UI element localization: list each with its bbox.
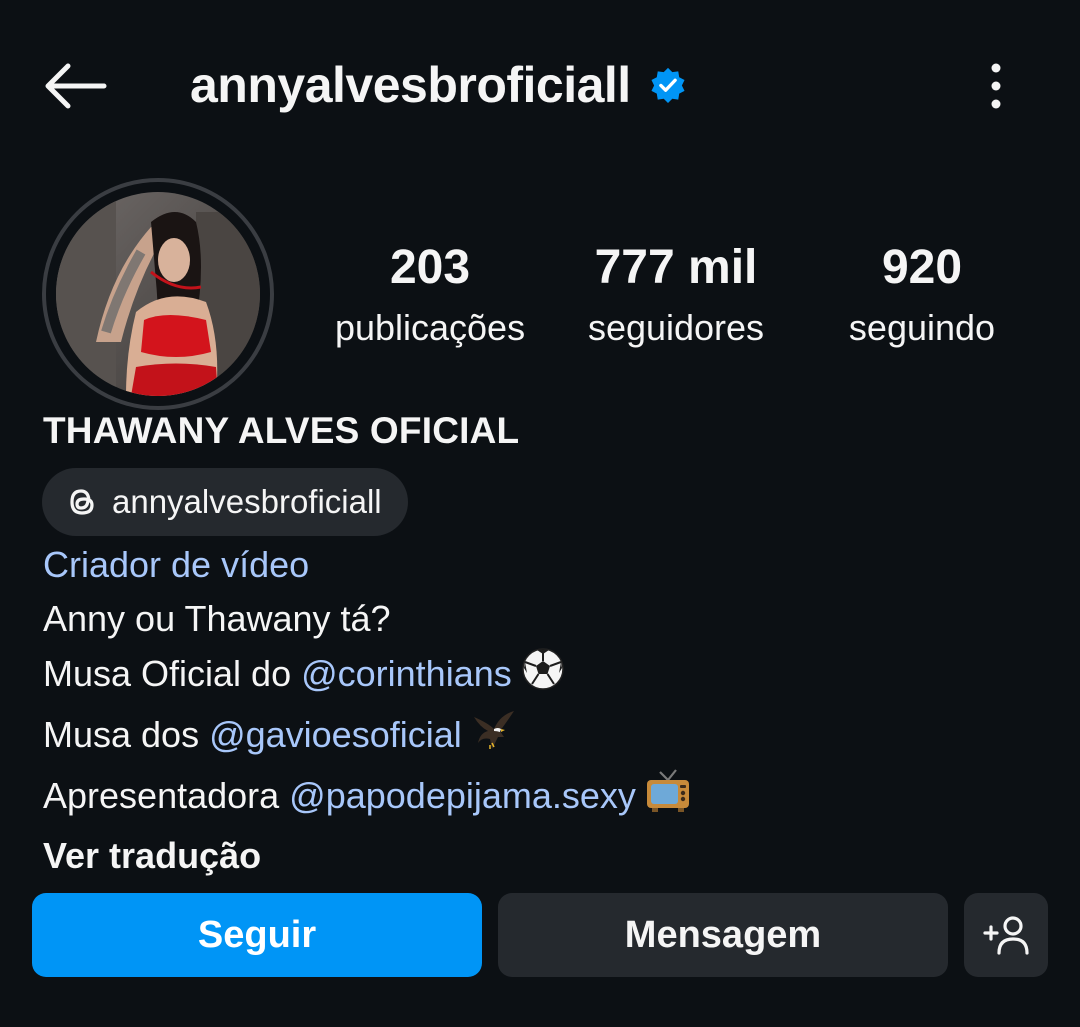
bio-line-4: Apresentadora @papodepijama.sexy — [43, 768, 692, 829]
bio-line-1: Anny ou Thawany tá? — [43, 598, 391, 639]
username-title: annyalvesbroficiall — [190, 57, 631, 113]
mention-link-gavioesoficial[interactable]: @gavioesoficial — [209, 714, 462, 755]
bio-line-2: Musa Oficial do @corinthians — [43, 646, 692, 707]
eagle-icon — [470, 707, 516, 768]
bio: Criador de vídeo Anny ou Thawany tá? Mus… — [43, 538, 692, 883]
bio-line-2-text: Musa Oficial do — [43, 653, 302, 695]
back-button[interactable] — [40, 58, 108, 114]
following-label: seguindo — [848, 307, 996, 348]
message-button[interactable]: Mensagem — [498, 893, 948, 977]
mention-link-corinthians[interactable]: @corinthians — [301, 653, 512, 694]
avatar-ring[interactable] — [42, 178, 274, 410]
arrow-left-icon — [45, 63, 107, 109]
follow-button[interactable]: Seguir — [32, 893, 482, 977]
posts-label: publicações — [334, 307, 526, 348]
threads-badge[interactable]: annyalvesbroficiall — [42, 468, 408, 536]
profile-header: annyalvesbroficiall — [0, 0, 1080, 170]
threads-handle: annyalvesbroficiall — [112, 483, 382, 520]
see-translation-link[interactable]: Ver tradução — [43, 829, 692, 883]
profile-photo — [56, 192, 260, 396]
bio-line-3: Musa dos @gavioesoficial — [43, 707, 692, 768]
header-title-group: annyalvesbroficiall — [190, 50, 687, 120]
stat-following[interactable]: 920 seguindo — [802, 238, 1042, 358]
mention-link-papodepijama[interactable]: @papodepijama.sexy — [289, 775, 636, 816]
following-count: 920 — [881, 241, 963, 294]
kebab-menu-icon — [991, 63, 1001, 109]
avatar — [56, 192, 260, 396]
bio-line-3-text: Musa dos — [43, 714, 210, 756]
add-person-icon — [983, 916, 1029, 955]
more-options-button[interactable] — [976, 58, 1016, 114]
television-icon — [644, 768, 692, 829]
stat-posts[interactable]: 203 publicações — [310, 238, 550, 358]
followers-count: 777 mil — [594, 241, 758, 294]
bio-line-4-text: Apresentadora — [43, 775, 290, 817]
stat-followers[interactable]: 777 mil seguidores — [556, 238, 796, 358]
add-user-button[interactable] — [964, 893, 1048, 977]
profile-category[interactable]: Criador de vídeo — [43, 538, 692, 592]
full-name: THAWANY ALVES OFICIAL — [43, 410, 520, 451]
soccer-ball-icon — [520, 646, 566, 707]
posts-count: 203 — [389, 241, 471, 294]
verified-badge-icon — [651, 67, 685, 104]
followers-label: seguidores — [587, 307, 765, 348]
threads-icon — [70, 489, 94, 515]
